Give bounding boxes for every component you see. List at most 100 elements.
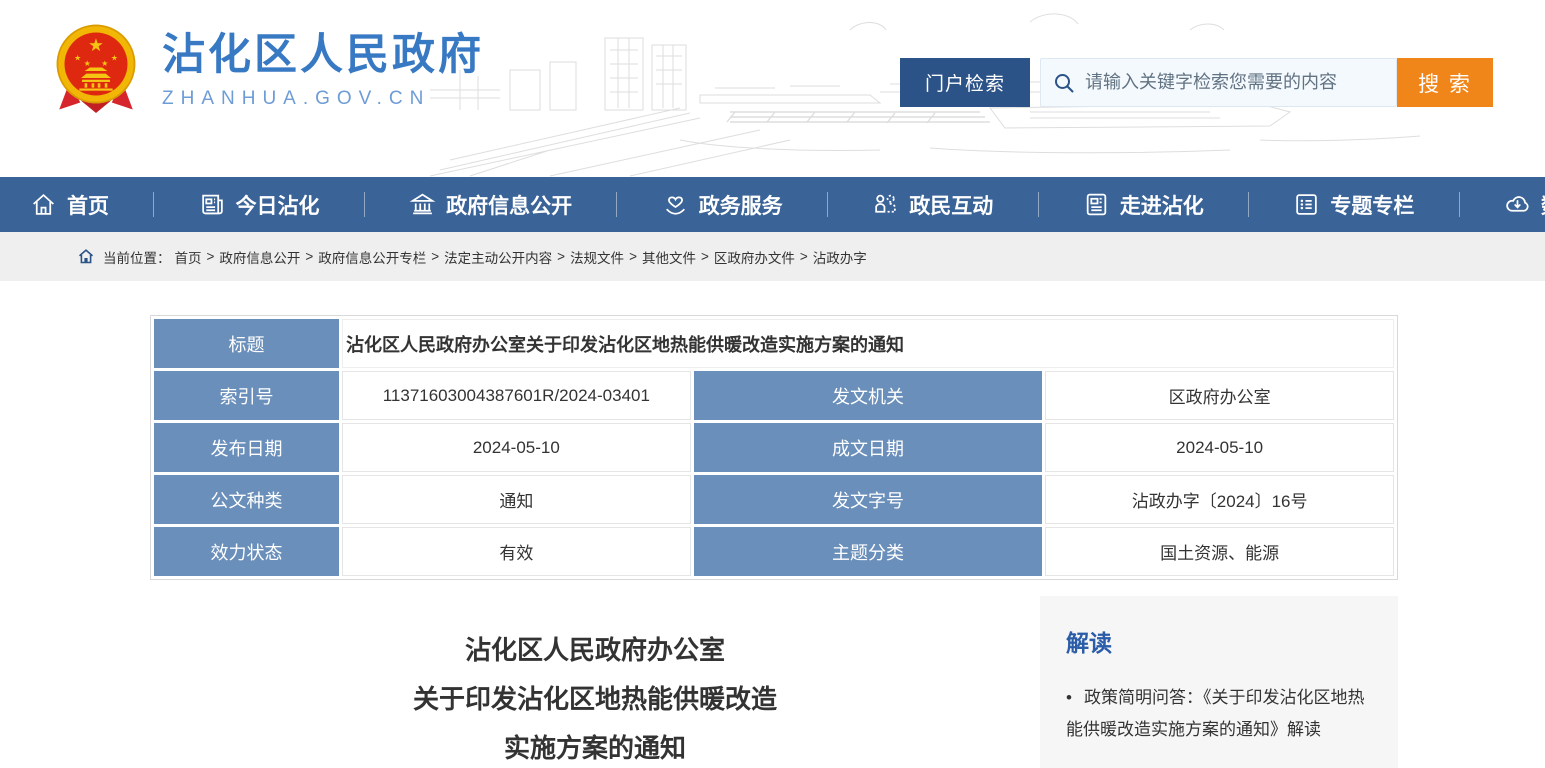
table-row: 发布日期 2024-05-10 成文日期 2024-05-10	[154, 423, 1394, 472]
breadcrumb-prefix: 当前位置：	[103, 247, 171, 267]
portal-search-button[interactable]: 门户检索	[900, 58, 1030, 107]
meta-label-topic-category: 主题分类	[694, 527, 1043, 576]
national-emblem-icon: ★ ★ ★ ★ ★	[52, 22, 140, 120]
nav-label: 政府信息公开	[446, 190, 572, 220]
svg-text:★: ★	[101, 59, 108, 68]
nav-label: 政务服务	[699, 190, 783, 220]
meta-value-document-type: 通知	[342, 475, 691, 524]
interpretation-heading: 解读	[1066, 624, 1372, 658]
article-title-line1: 沾化区人民政府办公室	[465, 635, 725, 665]
meta-value-publish-date: 2024-05-10	[342, 423, 691, 472]
meta-label-document-number: 发文字号	[694, 475, 1043, 524]
meta-label-title: 标题	[154, 319, 339, 368]
nav-divider	[1248, 192, 1249, 217]
meta-label-issuing-agency: 发文机关	[694, 371, 1043, 420]
site-title-block: 沾化区人民政府 ZHANHUA.GOV.CN	[162, 32, 484, 109]
nav-label: 首页	[67, 190, 109, 220]
newspaper-icon	[199, 191, 226, 218]
breadcrumb-item-district-office-files[interactable]: 区政府办文件	[714, 247, 795, 267]
main-content: 标题 沾化区人民政府办公室关于印发沾化区地热能供暖改造实施方案的通知 索引号 1…	[0, 315, 1545, 768]
list-icon	[1293, 191, 1320, 218]
meta-value-index-number: 11371603004387601R/2024-03401	[342, 371, 691, 420]
article-title-line3: 实施方案的通知	[504, 733, 686, 763]
interpretation-link[interactable]: •政策简明问答：《关于印发沾化区地热能供暖改造实施方案的通知》解读	[1066, 682, 1372, 746]
breadcrumb-item-gov-info-column[interactable]: 政府信息公开专栏	[318, 247, 426, 267]
meta-label-written-date: 成文日期	[694, 423, 1043, 472]
nav-item-home[interactable]: 首页	[30, 190, 109, 220]
breadcrumb-item-regulations[interactable]: 法规文件	[570, 247, 624, 267]
search-button[interactable]: 搜 索	[1397, 58, 1493, 107]
meta-value-title: 沾化区人民政府办公室关于印发沾化区地热能供暖改造实施方案的通知	[342, 319, 1394, 368]
nav-item-today-zhanhua[interactable]: 今日沾化	[199, 190, 320, 220]
nav-divider	[153, 192, 154, 217]
svg-text:★: ★	[84, 59, 91, 68]
breadcrumb-item-gov-info[interactable]: 政府信息公开	[219, 247, 300, 267]
nav-divider	[827, 192, 828, 217]
breadcrumb-item-home[interactable]: 首页	[175, 247, 202, 267]
nav-item-gov-info-disclosure[interactable]: 政府信息公开	[409, 190, 572, 220]
table-row: 效力状态 有效 主题分类 国土资源、能源	[154, 527, 1394, 576]
service-hands-icon	[662, 191, 689, 218]
meta-label-index-number: 索引号	[154, 371, 339, 420]
main-nav: 首页 今日沾化 政府信息公开 政务服务	[0, 177, 1545, 232]
search-input[interactable]	[1085, 72, 1384, 93]
breadcrumb-separator: >	[557, 249, 565, 264]
meta-label-document-type: 公文种类	[154, 475, 339, 524]
breadcrumb-separator: >	[431, 249, 439, 264]
nav-item-public-interaction[interactable]: 政民互动	[872, 190, 993, 220]
svg-text:★: ★	[111, 54, 118, 63]
interpretation-panel: 解读 •政策简明问答：《关于印发沾化区地热能供暖改造实施方案的通知》解读	[1040, 596, 1398, 768]
breadcrumb-home-icon	[78, 249, 94, 264]
search-icon	[1053, 72, 1075, 94]
bullet-marker: •	[1066, 688, 1072, 707]
table-row: 索引号 11371603004387601R/2024-03401 发文机关 区…	[154, 371, 1394, 420]
breadcrumb-separator: >	[800, 249, 808, 264]
document-icon	[1083, 191, 1110, 218]
svg-text:★: ★	[88, 36, 104, 56]
nav-item-special-columns[interactable]: 专题专栏	[1293, 190, 1414, 220]
interpretation-link-text: 政策简明问答：《关于印发沾化区地热能供暖改造实施方案的通知》解读	[1066, 688, 1364, 739]
breadcrumb-separator: >	[701, 249, 709, 264]
search-box	[1040, 58, 1397, 107]
breadcrumb-item-zhanzhengbanzi[interactable]: 沾政办字	[813, 247, 867, 267]
meta-label-publish-date: 发布日期	[154, 423, 339, 472]
search-block: 门户检索 搜 索	[900, 58, 1493, 107]
government-building-icon	[409, 191, 436, 218]
site-header: ★ ★ ★ ★ ★ 沾化区人民政府 ZHANHUA.GOV.CN 门户检索 搜 …	[0, 0, 1545, 177]
nav-label: 数据开放	[1541, 190, 1545, 220]
breadcrumb-item-statutory-content[interactable]: 法定主动公开内容	[444, 247, 552, 267]
nav-item-enter-zhanhua[interactable]: 走进沾化	[1083, 190, 1204, 220]
nav-divider	[616, 192, 617, 217]
nav-label: 政民互动	[909, 190, 993, 220]
nav-label: 走进沾化	[1120, 190, 1204, 220]
breadcrumb-item-other-files[interactable]: 其他文件	[642, 247, 696, 267]
nav-item-open-data[interactable]: 数据开放	[1504, 190, 1545, 220]
nav-divider	[364, 192, 365, 217]
breadcrumb: 当前位置： 首页 > 政府信息公开 > 政府信息公开专栏 > 法定主动公开内容 …	[0, 232, 1545, 281]
svg-text:★: ★	[74, 54, 81, 63]
meta-value-issuing-agency: 区政府办公室	[1045, 371, 1394, 420]
article-title: 沾化区人民政府办公室 关于印发沾化区地热能供暖改造 实施方案的通知	[150, 596, 1040, 768]
home-icon	[30, 191, 57, 218]
nav-divider	[1459, 192, 1460, 217]
chat-interaction-icon	[872, 191, 899, 218]
meta-value-document-number: 沾政办字〔2024〕16号	[1045, 475, 1394, 524]
meta-value-topic-category: 国土资源、能源	[1045, 527, 1394, 576]
breadcrumb-separator: >	[629, 249, 637, 264]
document-meta-table: 标题 沾化区人民政府办公室关于印发沾化区地热能供暖改造实施方案的通知 索引号 1…	[150, 315, 1398, 580]
nav-label: 专题专栏	[1330, 190, 1414, 220]
breadcrumb-separator: >	[305, 249, 313, 264]
table-row: 公文种类 通知 发文字号 沾政办字〔2024〕16号	[154, 475, 1394, 524]
nav-divider	[1038, 192, 1039, 217]
table-row: 标题 沾化区人民政府办公室关于印发沾化区地热能供暖改造实施方案的通知	[154, 319, 1394, 368]
interpretation-list: •政策简明问答：《关于印发沾化区地热能供暖改造实施方案的通知》解读	[1066, 682, 1372, 746]
breadcrumb-separator: >	[207, 249, 215, 264]
meta-value-written-date: 2024-05-10	[1045, 423, 1394, 472]
site-logo[interactable]: ★ ★ ★ ★ ★ 沾化区人民政府 ZHANHUA.GOV.CN	[52, 22, 484, 120]
nav-item-gov-services[interactable]: 政务服务	[662, 190, 783, 220]
cloud-download-icon	[1504, 191, 1531, 218]
nav-label: 今日沾化	[236, 190, 320, 220]
article-title-line2: 关于印发沾化区地热能供暖改造	[413, 684, 777, 714]
site-domain: ZHANHUA.GOV.CN	[162, 88, 484, 110]
meta-label-validity-status: 效力状态	[154, 527, 339, 576]
